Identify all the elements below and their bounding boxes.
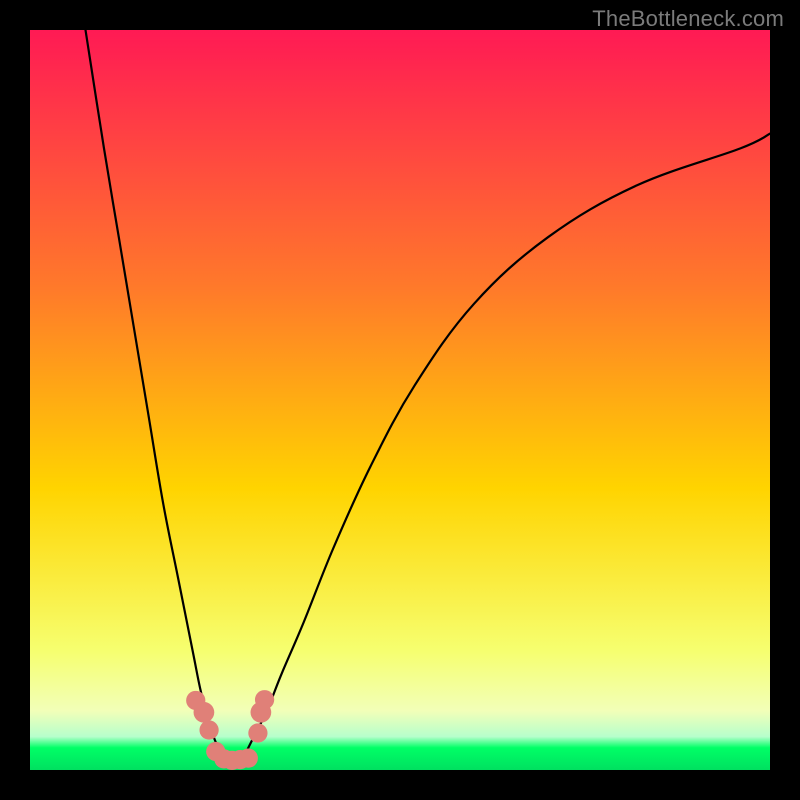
data-point-marker [199, 720, 218, 739]
chart-frame: TheBottleneck.com [0, 0, 800, 800]
data-markers [186, 690, 274, 770]
data-point-marker [255, 690, 274, 709]
curve-right-branch [245, 134, 770, 756]
plot-area [30, 30, 770, 770]
data-point-marker [239, 749, 258, 768]
curve-layer [30, 30, 770, 770]
data-point-marker [194, 702, 215, 723]
watermark-text: TheBottleneck.com [592, 6, 784, 32]
curve-left-branch [86, 30, 223, 755]
data-point-marker [248, 723, 267, 742]
